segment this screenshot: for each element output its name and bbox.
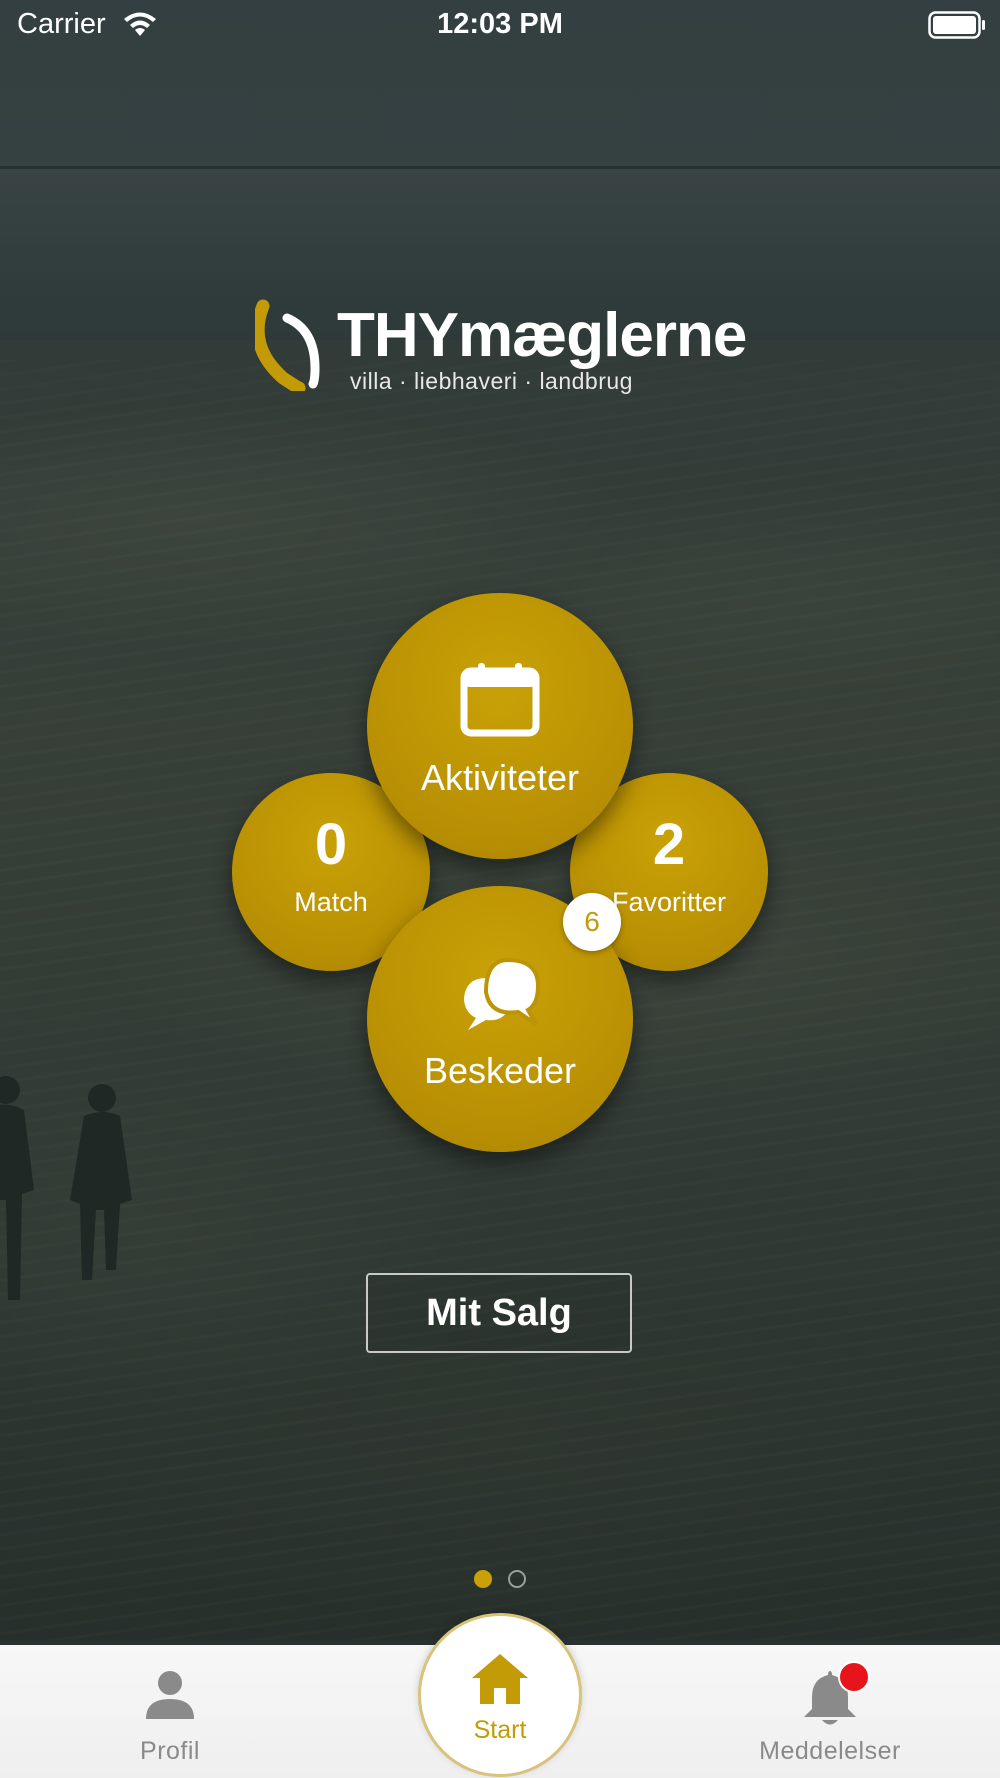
mit-salg-button[interactable]: Mit Salg <box>366 1273 632 1353</box>
background-walkers <box>0 1076 132 1300</box>
logo-name: THYmæglerne <box>337 301 747 370</box>
tab-start[interactable]: Start <box>418 1613 582 1777</box>
brand-logo: THYmæglerne villa · liebhaveri · landbru… <box>255 296 755 406</box>
page-indicator-dot[interactable] <box>508 1570 526 1588</box>
aktiviteter-tile[interactable]: Aktiviteter <box>367 593 633 859</box>
tab-profil[interactable]: Profil <box>100 1645 240 1778</box>
clock: 12:03 PM <box>437 8 563 40</box>
tab-start-label: Start <box>473 1716 527 1744</box>
logo-tagline: villa · liebhaveri · landbrug <box>350 368 633 394</box>
match-count: 0 <box>314 812 348 877</box>
beskeder-unread-badge: 6 <box>563 893 621 951</box>
notification-dot <box>838 1661 870 1693</box>
chat-bubbles-icon <box>464 957 541 1030</box>
beskeder-label: Beskeder <box>423 1050 577 1091</box>
tab-meddelelser-label: Meddelelser <box>759 1737 901 1765</box>
battery-icon <box>928 11 985 39</box>
logo-mark-icon <box>255 299 320 391</box>
page-indicator-dot-active[interactable] <box>474 1570 492 1588</box>
tab-profil-label: Profil <box>140 1737 200 1765</box>
aktiviteter-label: Aktiviteter <box>420 757 580 798</box>
home-screen: Carrier 12:03 PM THYmæglerne villa · lie… <box>0 0 1000 1778</box>
person-icon <box>146 1671 194 1719</box>
home-icon <box>472 1654 528 1704</box>
calendar-icon <box>460 663 540 737</box>
favoritter-count: 2 <box>652 812 686 877</box>
status-bar: Carrier 12:03 PM <box>0 0 1000 50</box>
tab-meddelelser[interactable]: Meddelelser <box>730 1645 930 1778</box>
match-label: Match <box>294 887 368 917</box>
